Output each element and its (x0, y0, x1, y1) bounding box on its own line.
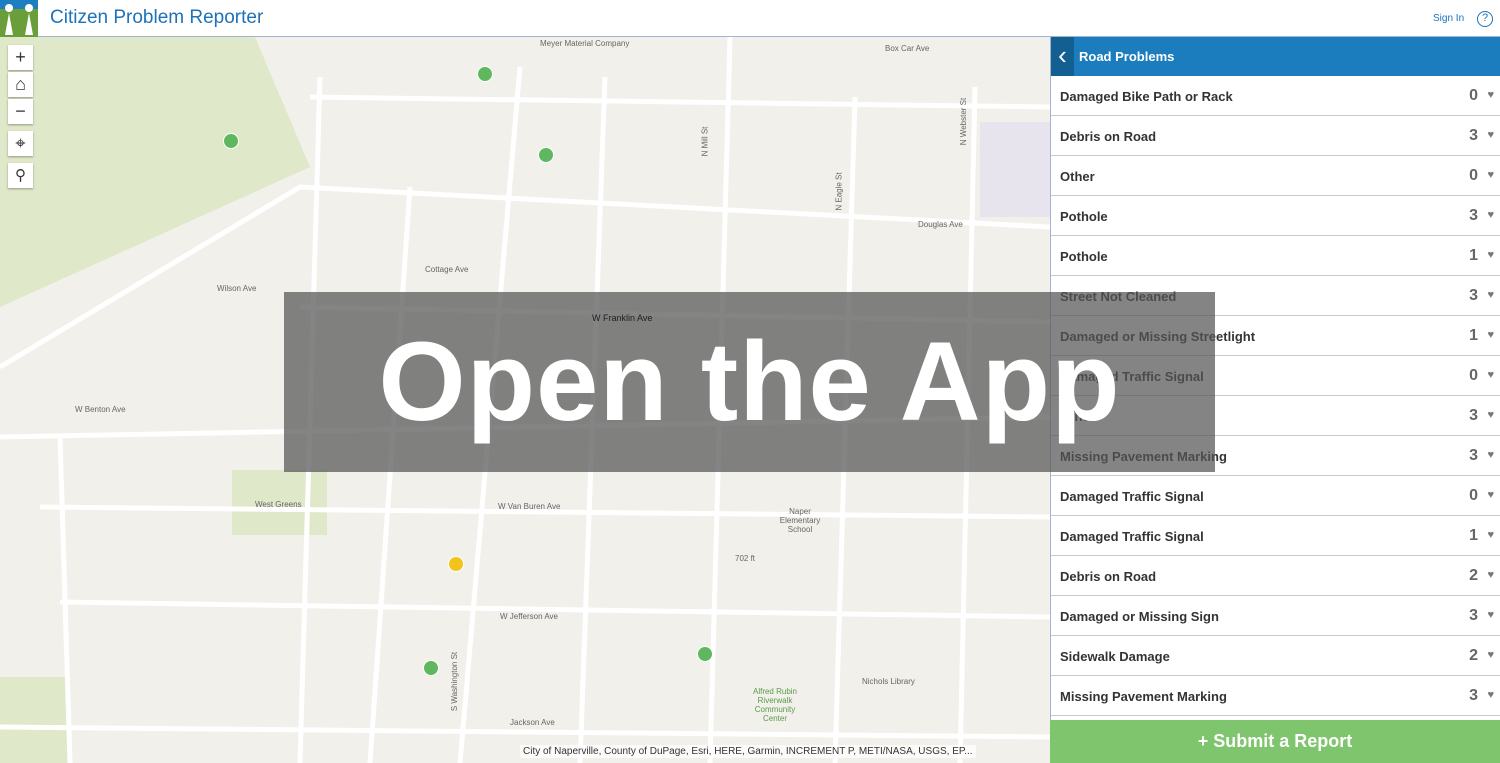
heart-icon[interactable]: ♥ (1487, 609, 1494, 621)
list-item[interactable]: Damaged Traffic Signal 1 ♥ (1051, 516, 1500, 556)
vote-count: 2 (1469, 647, 1478, 664)
list-item[interactable]: Sidewalk Damage 2 ♥ (1051, 636, 1500, 676)
zoom-in-button[interactable]: + (8, 45, 33, 70)
list-item[interactable]: Other 0 ♥ (1051, 156, 1500, 196)
vote-count: 0 (1469, 487, 1478, 504)
report-marker-icon[interactable] (697, 646, 713, 662)
open-the-app-button[interactable]: Open the App (284, 292, 1215, 472)
vote-count: 0 (1469, 87, 1478, 104)
vote-count: 0 (1469, 167, 1478, 184)
map-label: S Washington St (450, 651, 460, 712)
report-marker-icon[interactable] (538, 147, 554, 163)
heart-icon[interactable]: ♥ (1487, 329, 1494, 341)
map-label: 702 ft (735, 554, 756, 563)
problem-name: Other (1060, 169, 1095, 184)
panel-title: Road Problems (1079, 49, 1175, 64)
report-marker-icon[interactable] (477, 66, 493, 82)
vote-count: 3 (1469, 687, 1478, 704)
heart-icon[interactable]: ♥ (1487, 409, 1494, 421)
map-label: W Jefferson Ave (500, 612, 558, 621)
heart-icon[interactable]: ♥ (1487, 689, 1494, 701)
vote-count: 3 (1469, 207, 1478, 224)
help-icon[interactable]: ? (1477, 11, 1493, 27)
panel-header: ‹ Road Problems (1051, 37, 1500, 76)
map-label: Meyer Material Company (540, 39, 630, 48)
map-label: West Greens (255, 500, 302, 509)
problem-name: Damaged Traffic Signal (1060, 489, 1204, 504)
vote-count: 3 (1469, 287, 1478, 304)
heart-icon[interactable]: ♥ (1487, 649, 1494, 661)
list-item[interactable]: Pothole 1 ♥ (1051, 236, 1500, 276)
problem-name: Damaged Traffic Signal (1060, 529, 1204, 544)
map-label: Naper Elementary School (779, 507, 821, 534)
map-label: W Benton Ave (75, 405, 126, 414)
list-item[interactable]: Missing Pavement Marking 3 ♥ (1051, 676, 1500, 716)
heart-icon[interactable]: ♥ (1487, 249, 1494, 261)
zoom-out-button[interactable]: − (8, 99, 33, 124)
problem-name: Missing Pavement Marking (1060, 689, 1227, 704)
map-label: Box Car Ave (885, 44, 930, 53)
app-title: Citizen Problem Reporter (50, 7, 264, 28)
heart-icon[interactable]: ♥ (1487, 169, 1494, 181)
vote-count: 1 (1469, 247, 1478, 264)
report-marker-icon[interactable] (423, 660, 439, 676)
sign-in-link[interactable]: Sign In (1433, 13, 1464, 24)
problem-name: Damaged Bike Path or Rack (1060, 89, 1233, 104)
vote-count: 3 (1469, 607, 1478, 624)
problem-name: Pothole (1060, 249, 1108, 264)
list-item[interactable]: Damaged Traffic Signal 0 ♥ (1051, 476, 1500, 516)
app-logo (0, 0, 38, 37)
report-marker-icon[interactable] (223, 133, 239, 149)
list-item[interactable]: Debris on Road 2 ♥ (1051, 556, 1500, 596)
problem-name: Sidewalk Damage (1060, 649, 1170, 664)
problem-name: Pothole (1060, 209, 1108, 224)
map-attribution: City of Naperville, County of DuPage, Es… (520, 745, 976, 758)
vote-count: 3 (1469, 407, 1478, 424)
submit-report-button[interactable]: + Submit a Report (1050, 720, 1500, 763)
map-label: N Mill St (700, 126, 710, 157)
map-label: W Van Buren Ave (498, 502, 561, 511)
heart-icon[interactable]: ♥ (1487, 209, 1494, 221)
heart-icon[interactable]: ♥ (1487, 449, 1494, 461)
heart-icon[interactable]: ♥ (1487, 529, 1494, 541)
vote-count: 0 (1469, 367, 1478, 384)
problem-name: Damaged or Missing Sign (1060, 609, 1219, 624)
list-item[interactable]: Damaged or Missing Sign 3 ♥ (1051, 596, 1500, 636)
map-label: N Webster St (959, 97, 969, 146)
map-label: Cottage Ave (425, 265, 469, 274)
list-item[interactable]: Pothole 3 ♥ (1051, 196, 1500, 236)
heart-icon[interactable]: ♥ (1487, 129, 1494, 141)
problem-name: Debris on Road (1060, 129, 1157, 144)
map-label: W Franklin Ave (592, 313, 653, 323)
heart-icon[interactable]: ♥ (1487, 489, 1494, 501)
home-button[interactable]: ⌂ (8, 72, 33, 97)
vote-count: 3 (1469, 447, 1478, 464)
map-label: N Eagle St (834, 172, 844, 211)
list-item[interactable]: Damaged Bike Path or Rack 0 ♥ (1051, 76, 1500, 116)
map-label: Alfred Rubin Riverwalk Community Center (752, 687, 798, 723)
heart-icon[interactable]: ♥ (1487, 289, 1494, 301)
vote-count: 2 (1469, 567, 1478, 584)
search-button[interactable]: ⚲ (8, 163, 33, 188)
locate-button[interactable]: ⌖ (8, 131, 33, 156)
back-chevron-icon[interactable]: ‹ (1051, 37, 1074, 76)
heart-icon[interactable]: ♥ (1487, 89, 1494, 101)
map-label: Jackson Ave (510, 718, 555, 727)
vote-count: 1 (1469, 327, 1478, 344)
app-header: Citizen Problem Reporter Sign In ? (0, 0, 1500, 37)
report-marker-icon[interactable] (448, 556, 464, 572)
list-item[interactable]: Debris on Road 3 ♥ (1051, 116, 1500, 156)
heart-icon[interactable]: ♥ (1487, 369, 1494, 381)
map-label: Wilson Ave (217, 284, 257, 293)
vote-count: 3 (1469, 127, 1478, 144)
problem-name: Debris on Road (1060, 569, 1157, 584)
heart-icon[interactable]: ♥ (1487, 569, 1494, 581)
vote-count: 1 (1469, 527, 1478, 544)
map-label: Douglas Ave (918, 220, 963, 229)
map-label: Nichols Library (862, 677, 915, 686)
